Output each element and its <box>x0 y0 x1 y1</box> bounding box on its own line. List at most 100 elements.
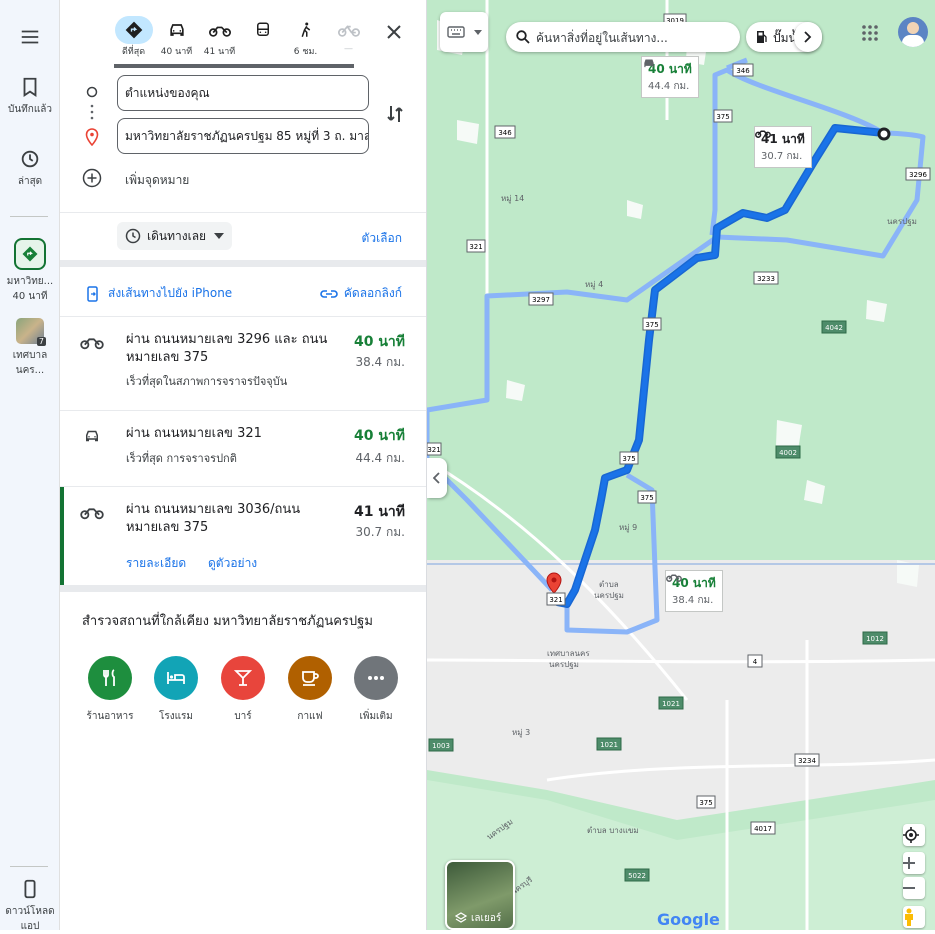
label-muni2: นครปฐม <box>549 660 579 669</box>
zoom-in-button[interactable] <box>903 852 925 874</box>
category-coffee[interactable]: กาแฟ <box>275 656 345 724</box>
keyboard-icon <box>447 26 465 38</box>
section-separator <box>60 585 426 592</box>
car-route-callout[interactable]: 40 นาที 44.4 กม. <box>641 56 699 98</box>
mode-transit[interactable] <box>241 16 284 56</box>
download-app-button[interactable]: ดาวน์โหลด แอป <box>0 878 60 934</box>
bookmark-icon <box>23 77 37 97</box>
zoom-out-button[interactable] <box>903 877 925 899</box>
mode-best[interactable]: ดีที่สุด <box>112 16 155 57</box>
directions-icon <box>125 21 142 39</box>
shield-346-b: 346 <box>498 129 512 137</box>
map-search-box[interactable]: ค้นหาสิ่งที่อยู่ในเส้นทาง... <box>506 22 740 52</box>
shield-375-c: 375 <box>622 455 635 463</box>
map-canvas[interactable]: 3019 346 375 3296 346 321 3297 3233 375 … <box>427 0 935 930</box>
plus-icon <box>903 857 915 869</box>
send-to-iphone-label: ส่งเส้นทางไปยัง iPhone <box>108 286 233 300</box>
shield-3296: 3296 <box>909 171 927 179</box>
shield-4042: 4042 <box>825 324 843 332</box>
close-icon[interactable] <box>382 20 406 44</box>
destination-input[interactable]: มหาวิทยาลัยราชภัฏนครปฐม 85 หมู่ที่ 3 ถ. … <box>117 118 369 154</box>
options-link[interactable]: ตัวเลือก <box>362 229 402 248</box>
route-3-title: ผ่าน ถนนหมายเลข 3036/ถนนหมายเลข 375 <box>126 502 301 535</box>
category-more[interactable]: เพิ่มเติม <box>341 656 411 724</box>
phone-icon <box>24 879 36 899</box>
car-callout-dist: 44.4 กม. <box>648 81 690 92</box>
selected-route-callout[interactable]: 41 นาที 30.7 กม. <box>754 126 812 168</box>
label-moo9: หมู่ 9 <box>619 523 637 533</box>
add-circle-icon <box>82 168 102 188</box>
my-location-button[interactable] <box>903 824 925 846</box>
download-line1: ดาวน์โหลด <box>5 906 55 917</box>
copy-link-button[interactable]: คัดลอกลิงก์ <box>320 284 402 303</box>
layers-button[interactable]: เลเยอร์ <box>445 860 515 930</box>
shield-3297: 3297 <box>532 296 550 304</box>
recent-button[interactable]: ล่าสุด <box>0 148 60 189</box>
gas-station-icon <box>757 31 767 43</box>
depart-now-dropdown[interactable]: เดินทางเลย <box>117 222 232 250</box>
swap-icon[interactable] <box>383 102 407 126</box>
car-icon <box>644 59 654 68</box>
shield-4002: 4002 <box>779 449 797 457</box>
origin-input[interactable]: ตำแหน่งของคุณ <box>117 75 369 111</box>
input-tools-button[interactable] <box>440 12 488 52</box>
category-coffee-label: กาแฟ <box>297 711 323 722</box>
label-nakhon-right: นครปฐม <box>887 217 917 226</box>
map-search-placeholder: ค้นหาสิ่งที่อยู่ในเส้นทาง... <box>536 31 668 45</box>
moto-route-callout[interactable]: 40 นาที 38.4 กม. <box>665 570 723 612</box>
add-stop-button[interactable]: เพิ่มจุดหมาย <box>80 168 380 190</box>
mode-bicycle[interactable]: — <box>327 16 370 56</box>
route-option-2[interactable]: ผ่าน ถนนหมายเลข 321 เร็วที่สุด การจราจรป… <box>60 411 426 486</box>
bar-icon <box>221 656 265 700</box>
category-hotel[interactable]: โรงแรม <box>141 656 211 724</box>
route-3-preview-link[interactable]: ดูตัวอย่าง <box>208 554 257 573</box>
shield-1021: 1021 <box>662 700 680 708</box>
mode-best-label: ดีที่สุด <box>121 47 146 57</box>
route-option-3-selected[interactable]: ผ่าน ถนนหมายเลข 3036/ถนนหมายเลข 375 41 น… <box>60 487 426 585</box>
mode-walk[interactable]: 6 ชม. <box>284 16 327 57</box>
walk-icon <box>301 22 310 37</box>
recent-place-button[interactable]: 7 เทศบาล นคร... <box>0 318 60 378</box>
depart-now-label: เดินทางเลย <box>147 228 207 243</box>
send-to-iphone-link[interactable]: ส่งเส้นทางไปยัง iPhone <box>86 284 232 303</box>
apps-grid-icon[interactable] <box>861 24 879 42</box>
selected-route-outline <box>556 124 885 608</box>
shield-375-d: 375 <box>640 494 653 502</box>
more-icon <box>354 656 398 700</box>
shield-346: 346 <box>736 67 750 75</box>
bicycle-icon <box>337 25 360 37</box>
route-3-distance: 30.7 กม. <box>355 525 405 539</box>
street-view-button[interactable] <box>903 906 925 928</box>
mode-car[interactable]: 40 นาที <box>155 16 198 57</box>
route-1-duration: 40 นาที <box>353 334 405 350</box>
collapse-panel-button[interactable] <box>427 458 447 498</box>
origin-marker <box>877 127 891 141</box>
coffee-icon <box>288 656 332 700</box>
category-restaurant-label: ร้านอาหาร <box>86 711 134 722</box>
shield-3233: 3233 <box>757 275 775 283</box>
section-separator <box>60 260 426 267</box>
left-rail: บันทึกแล้ว ล่าสุด มหาวิทย... 40 นาที 7 เ… <box>0 0 60 932</box>
menu-button[interactable] <box>0 26 60 52</box>
route-3-details-link[interactable]: รายละเอียด <box>126 554 186 573</box>
category-restaurant[interactable]: ร้านอาหาร <box>75 656 145 724</box>
category-bar[interactable]: บาร์ <box>208 656 278 724</box>
route-option-1[interactable]: ผ่าน ถนนหมายเลข 3296 และ ถนนหมายเลข 375 … <box>60 317 426 410</box>
mode-scroll-indicator <box>114 64 354 68</box>
motorcycle-icon <box>208 26 231 37</box>
history-icon <box>21 150 39 168</box>
minus-icon <box>903 887 915 889</box>
divider <box>60 212 426 213</box>
search-icon <box>516 30 530 44</box>
route-1-title: ผ่าน ถนนหมายเลข 3296 และ ถนนหมายเลข 375 <box>126 332 328 365</box>
recent-destination-button[interactable]: มหาวิทย... 40 นาที <box>0 238 60 304</box>
account-avatar[interactable] <box>898 17 928 47</box>
route-3-duration: 41 นาที <box>353 504 405 520</box>
moto-callout-dist: 38.4 กม. <box>672 595 714 606</box>
recent-place-line1: เทศบาล <box>12 350 48 361</box>
saved-button[interactable]: บันทึกแล้ว <box>0 76 60 117</box>
chips-next-button[interactable] <box>794 22 822 52</box>
shield-375: 375 <box>716 113 729 121</box>
recent-dest-line2: 40 นาที <box>12 291 48 302</box>
mode-motorcycle[interactable]: 41 นาที <box>198 16 241 57</box>
